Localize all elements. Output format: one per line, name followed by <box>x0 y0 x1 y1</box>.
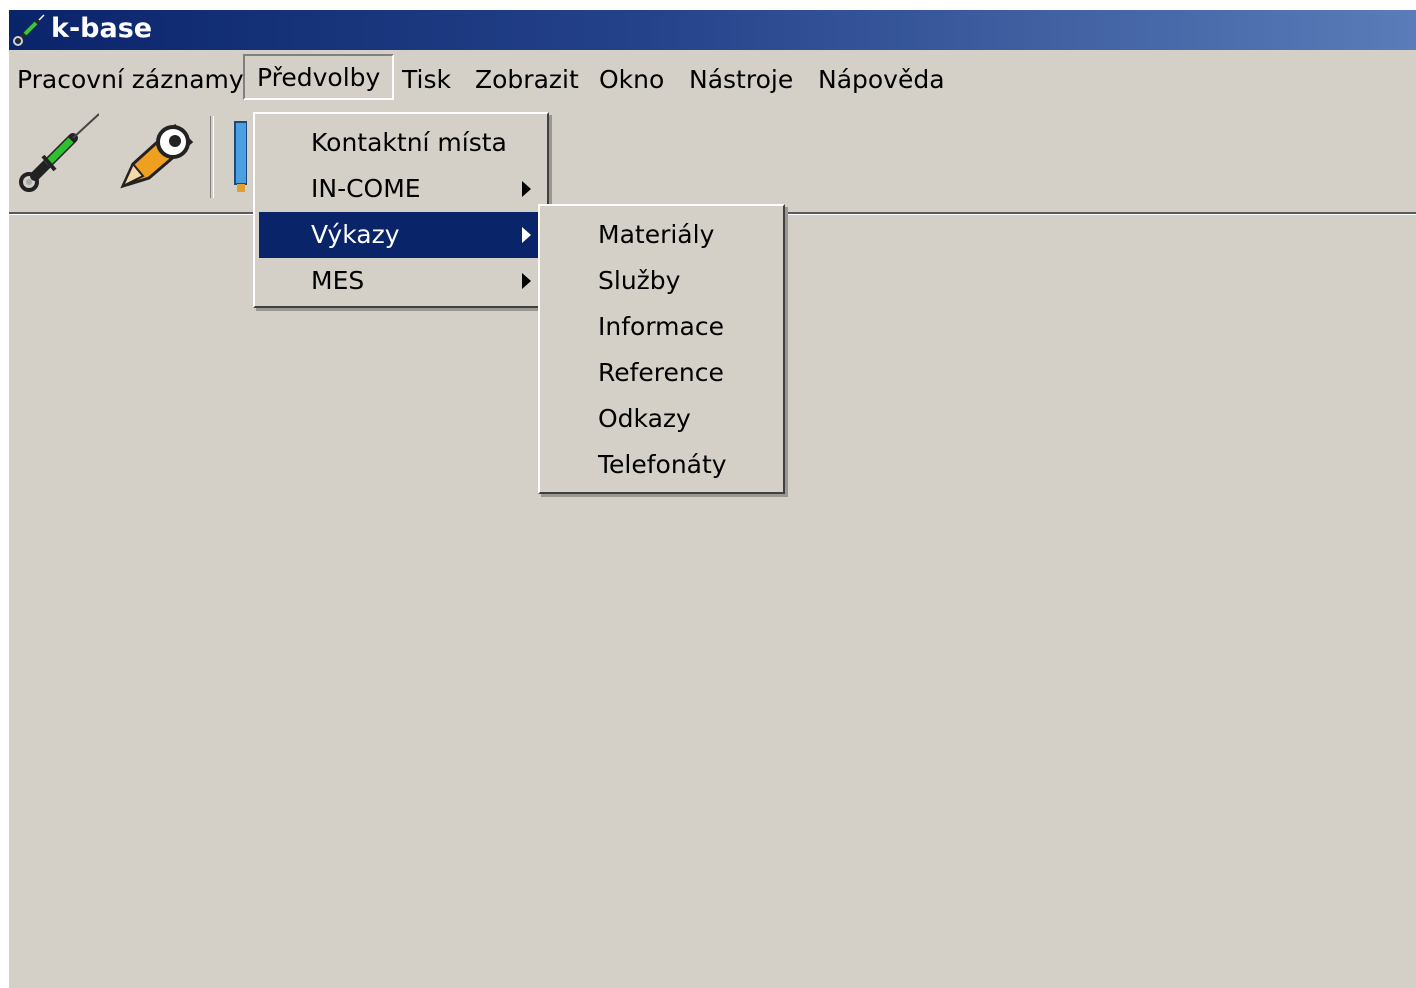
menu-item-kontaktni-mista[interactable]: Kontaktní místa <box>259 120 543 166</box>
document-icon <box>234 121 248 192</box>
menu-nastroje[interactable]: Nástroje <box>689 60 793 100</box>
menu-predvolby[interactable]: Předvolby <box>243 54 395 100</box>
pencil-tool-button[interactable] <box>113 112 199 196</box>
menu-item-in-come[interactable]: IN-COME <box>259 166 543 212</box>
syringe-app-icon[interactable] <box>11 14 45 48</box>
menu-item-mes[interactable]: MES <box>259 258 543 304</box>
menu-item-label: Informace <box>598 312 724 341</box>
menu-item-label: MES <box>311 266 365 295</box>
menu-tisk[interactable]: Tisk <box>402 60 451 100</box>
menu-item-label: Materiály <box>598 220 715 249</box>
menu-zobrazit[interactable]: Zobrazit <box>475 60 579 100</box>
menu-okno[interactable]: Okno <box>599 60 664 100</box>
menu-item-materialy[interactable]: Materiály <box>544 212 779 258</box>
toolbar <box>9 106 1416 210</box>
syringe-icon <box>19 113 100 192</box>
menu-item-telefonaty[interactable]: Telefonáty <box>544 442 779 488</box>
menu-item-reference[interactable]: Reference <box>544 350 779 396</box>
menu-napoveda[interactable]: Nápověda <box>818 60 945 100</box>
submenu-arrow-icon <box>522 273 531 289</box>
menu-item-label: Reference <box>598 358 724 387</box>
main-window: k-base Pracovní záznamy Předvolby Tisk Z… <box>9 10 1416 988</box>
syringe-tool-button[interactable] <box>13 112 100 196</box>
menu-pracovni-zaznamy[interactable]: Pracovní záznamy <box>17 60 244 100</box>
menu-item-informace[interactable]: Informace <box>544 304 779 350</box>
document-tool-button[interactable] <box>233 120 248 194</box>
menu-item-label: IN-COME <box>311 174 421 203</box>
submenu-arrow-icon <box>522 227 531 243</box>
menu-item-label: Kontaktní místa <box>311 128 507 157</box>
submenu-arrow-icon <box>522 181 531 197</box>
toolbar-separator <box>210 116 214 198</box>
menu-item-vykazy[interactable]: Výkazy <box>259 212 543 258</box>
menu-item-label: Telefonáty <box>598 450 727 479</box>
menu-bar: Pracovní záznamy Předvolby Tisk Zobrazit… <box>9 50 1416 100</box>
pencil-icon <box>120 123 194 189</box>
predvolby-dropdown: Kontaktní místa IN-COME Výkazy MES <box>253 112 549 308</box>
menu-item-odkazy[interactable]: Odkazy <box>544 396 779 442</box>
vykazy-submenu: Materiály Služby Informace Reference Odk… <box>538 204 785 494</box>
title-bar[interactable]: k-base <box>9 10 1416 50</box>
menu-item-label: Odkazy <box>598 404 691 433</box>
window-title: k-base <box>51 13 153 44</box>
menu-item-sluzby[interactable]: Služby <box>544 258 779 304</box>
menu-item-label: Služby <box>598 266 681 295</box>
menu-item-label: Výkazy <box>311 220 400 249</box>
